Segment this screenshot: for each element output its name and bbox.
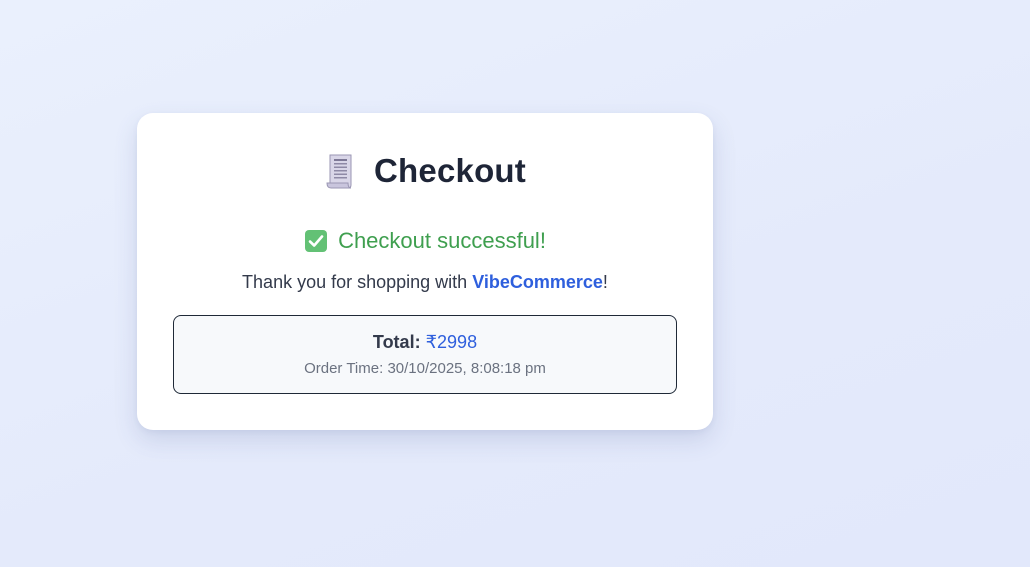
- order-summary-box: Total: ₹2998 Order Time: 30/10/2025, 8:0…: [173, 315, 677, 394]
- order-time-label: Order Time:: [304, 360, 384, 377]
- success-message: Checkout successful!: [338, 228, 546, 253]
- thank-you-suffix: !: [602, 272, 608, 292]
- thank-you-message: Thank you for shopping with VibeCommerce…: [137, 272, 713, 293]
- total-label: Total:: [372, 332, 421, 352]
- receipt-icon: [324, 151, 360, 191]
- check-box-icon: [304, 229, 328, 253]
- brand-name: VibeCommerce: [472, 272, 603, 292]
- success-message-row: Checkout successful!: [137, 225, 713, 257]
- total-value: ₹2998: [425, 332, 478, 352]
- checkout-card: Checkout Checkout successful! Thank you …: [137, 113, 713, 430]
- page-title: Checkout: [374, 152, 526, 189]
- thank-you-prefix: Thank you for shopping with: [242, 272, 473, 292]
- order-time: Order Time: 30/10/2025, 8:08:18 pm: [174, 360, 676, 377]
- checkout-header: Checkout: [137, 151, 713, 191]
- order-time-value: 30/10/2025, 8:08:18 pm: [387, 360, 546, 377]
- total-line: Total: ₹2998: [174, 332, 676, 353]
